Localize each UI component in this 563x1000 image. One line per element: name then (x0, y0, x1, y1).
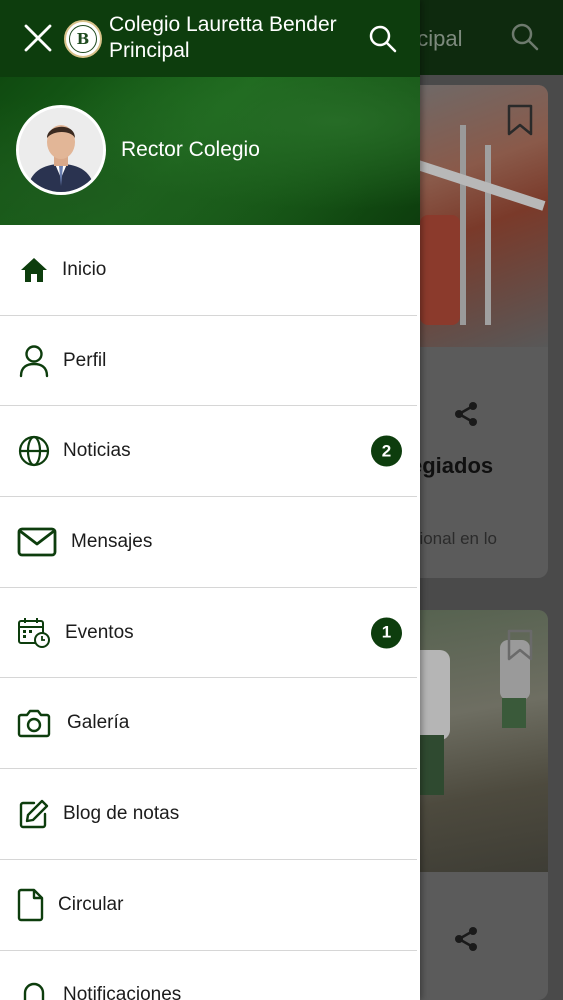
avatar (16, 105, 106, 195)
profile-header[interactable]: Rector Colegio (0, 77, 420, 225)
calendar-clock-icon (17, 616, 51, 650)
menu-item-circular[interactable]: Circular (0, 860, 417, 951)
menu-item-blog-de-notas[interactable]: Blog de notas (0, 769, 417, 860)
close-button[interactable] (20, 20, 56, 56)
navigation-drawer: B Colegio Lauretta Bender Principal Rect… (0, 0, 420, 1000)
app-title: Colegio Lauretta Bender Principal (109, 13, 337, 62)
menu-item-label: Perfil (63, 349, 107, 371)
menu-item-notificaciones[interactable]: Notificaciones (0, 951, 417, 1000)
background-card-text: gional en lo (410, 529, 497, 548)
camera-icon (17, 706, 51, 740)
menu-item-perfil[interactable]: Perfil (0, 316, 417, 407)
menu-item-noticias[interactable]: Noticias 2 (0, 406, 417, 498)
drawer-topbar: B Colegio Lauretta Bender Principal (0, 0, 420, 77)
user-icon (17, 344, 51, 378)
bookmark-icon (506, 103, 534, 142)
menu-item-label: Notificaciones (63, 984, 182, 1000)
menu-item-label: Noticias (63, 440, 131, 462)
drawer-menu: Inicio Perfil Noticias 2 Mensajes Evento… (0, 225, 420, 1000)
edit-icon (17, 797, 51, 831)
profile-name: Rector Colegio (121, 138, 260, 161)
share-icon (452, 400, 480, 433)
bookmark-icon (506, 628, 534, 667)
mail-icon (17, 525, 57, 559)
home-icon (17, 253, 51, 287)
notification-badge: 1 (371, 617, 402, 649)
menu-item-label: Blog de notas (63, 802, 180, 824)
school-logo: B (64, 20, 102, 58)
search-button[interactable] (366, 22, 400, 56)
notification-badge: 2 (371, 435, 402, 467)
globe-icon (17, 434, 51, 468)
menu-item-label: Mensajes (71, 530, 153, 552)
menu-item-label: Inicio (62, 258, 107, 280)
bell-icon (17, 978, 51, 1000)
document-icon (14, 888, 48, 922)
menu-item-inicio[interactable]: Inicio (0, 225, 417, 316)
search-icon (369, 25, 397, 53)
search-icon (510, 22, 540, 57)
menu-item-mensajes[interactable]: Mensajes (0, 497, 417, 588)
menu-item-label: Circular (58, 893, 124, 915)
menu-item-label: Eventos (65, 621, 134, 643)
menu-item-galeria[interactable]: Galería (0, 678, 417, 770)
share-icon (452, 925, 480, 958)
menu-item-eventos[interactable]: Eventos 1 (0, 588, 417, 679)
menu-item-label: Galería (67, 712, 130, 734)
close-icon (24, 24, 52, 52)
background-card-title: egiados (410, 453, 494, 478)
